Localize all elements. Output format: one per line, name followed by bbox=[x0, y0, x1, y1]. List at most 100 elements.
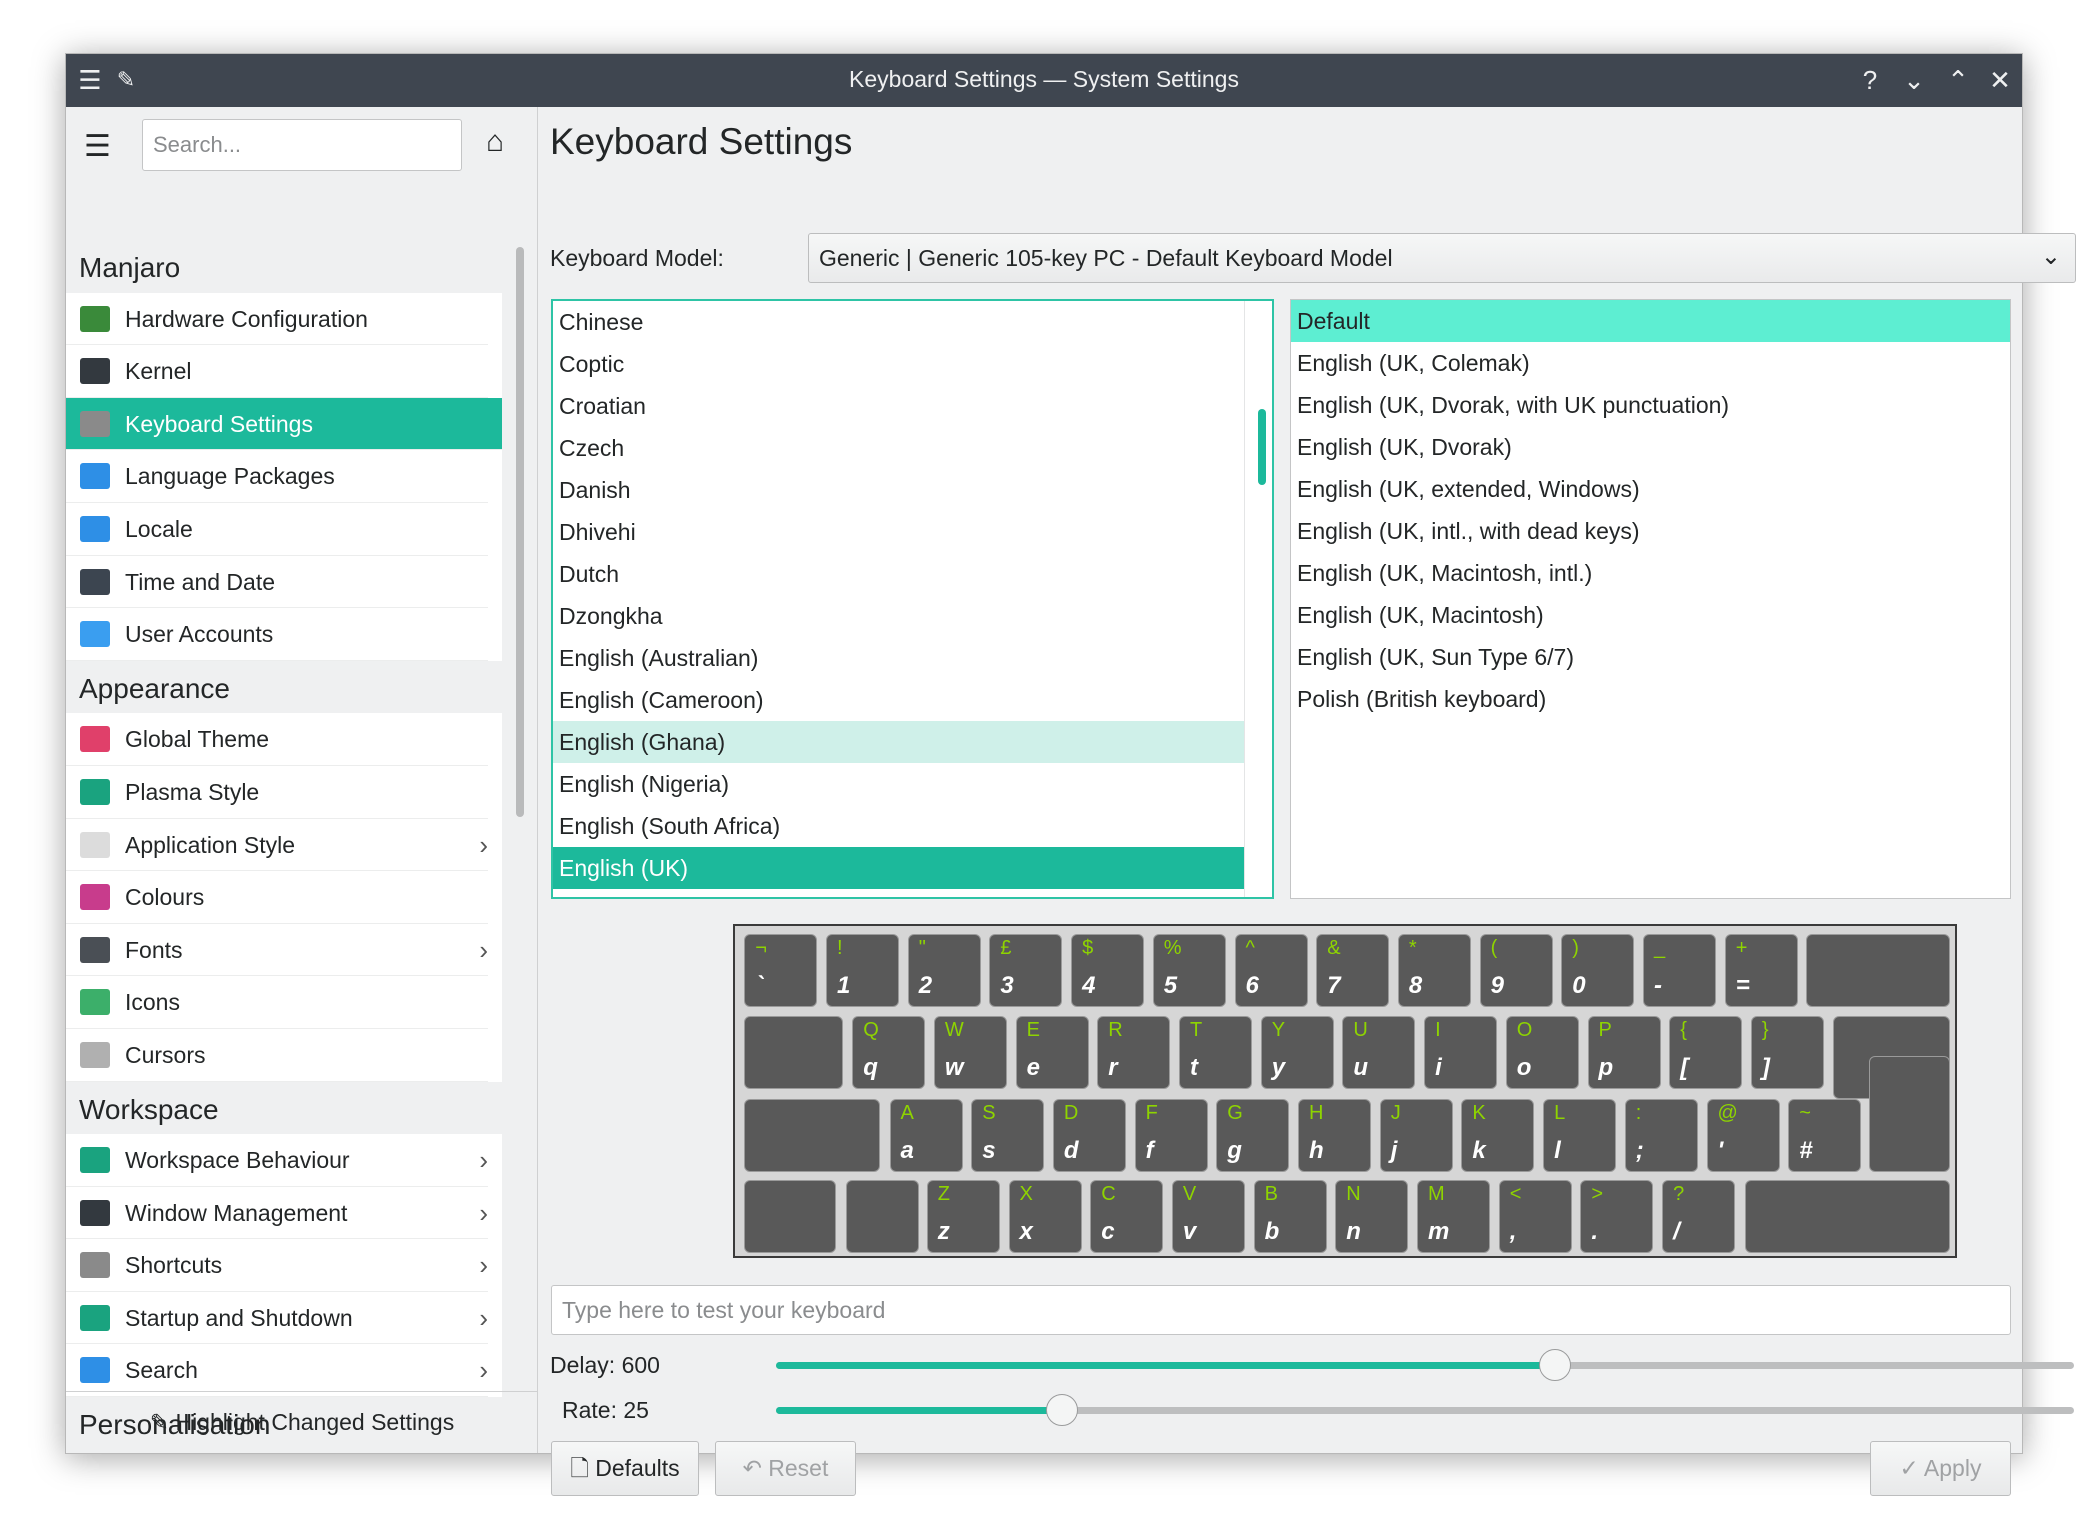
variant-item[interactable]: English (UK, Dvorak, with UK punctuation… bbox=[1291, 384, 2010, 426]
language-item[interactable]: Dhivehi bbox=[553, 511, 1244, 553]
keyboard-model-select[interactable]: Generic | Generic 105-key PC - Default K… bbox=[808, 233, 2076, 283]
variant-item[interactable]: English (UK, extended, Windows) bbox=[1291, 468, 2010, 510]
key: Hh bbox=[1298, 1099, 1371, 1172]
rate-slider[interactable] bbox=[776, 1394, 2074, 1426]
key-base-label: n bbox=[1346, 1218, 1361, 1245]
delay-slider[interactable] bbox=[776, 1349, 2074, 1381]
sidebar-item-time-and-date[interactable]: Time and Date bbox=[66, 556, 488, 609]
variant-item[interactable]: English (UK, Macintosh, intl.) bbox=[1291, 552, 2010, 594]
variant-item[interactable]: English (UK, Sun Type 6/7) bbox=[1291, 636, 2010, 678]
key-base-label: h bbox=[1309, 1137, 1324, 1164]
language-item[interactable]: English (Nigeria) bbox=[553, 763, 1244, 805]
delay-slider-handle[interactable] bbox=[1538, 1349, 1571, 1381]
sidebar-item-locale[interactable]: Locale bbox=[66, 503, 488, 556]
maximize-icon[interactable]: ⌃ bbox=[1942, 64, 1974, 96]
sidebar-item-label: Fonts bbox=[125, 936, 183, 963]
variant-item[interactable]: Polish (British keyboard) bbox=[1291, 678, 2010, 720]
language-item[interactable]: Chinese bbox=[553, 301, 1244, 343]
iso-key bbox=[845, 1180, 919, 1253]
key-shift-label: W bbox=[944, 1019, 964, 1041]
sidebar-item-keyboard-settings[interactable]: Keyboard Settings bbox=[66, 397, 502, 451]
sidebar-group-header: Manjaro bbox=[66, 240, 502, 293]
page-title: Keyboard Settings bbox=[550, 121, 853, 162]
language-item[interactable]: English (UK) bbox=[553, 847, 1244, 889]
sidebar-item-icons[interactable]: Icons bbox=[66, 976, 488, 1029]
key-shift-label: ? bbox=[1673, 1183, 1685, 1205]
key: Vv bbox=[1171, 1180, 1245, 1253]
language-item[interactable]: English (Australian) bbox=[553, 637, 1244, 679]
close-icon[interactable]: ✕ bbox=[1984, 64, 2016, 96]
sidebar-item-application-style[interactable]: Application Style › bbox=[66, 819, 488, 872]
sidebar-item-cursors[interactable]: Cursors bbox=[66, 1029, 488, 1082]
language-item[interactable]: English (Cameroon) bbox=[553, 679, 1244, 721]
variant-item[interactable]: English (UK, intl., with dead keys) bbox=[1291, 510, 2010, 552]
sidebar-scrollbar[interactable] bbox=[516, 247, 524, 817]
language-item[interactable]: Dzongkha bbox=[553, 595, 1244, 637]
key: Pp bbox=[1587, 1016, 1661, 1089]
language-item[interactable]: Dutch bbox=[553, 553, 1244, 595]
key-shift-label: I bbox=[1435, 1019, 1441, 1041]
language-item[interactable]: Coptic bbox=[553, 343, 1244, 385]
keyboard-preview: ¬ `! 1 " 2 £3 $4% 5 ^ 6 & 7 * 8(9) 0 _ - + = Qq Ww Ee Rr Tt Yy Uu… bbox=[733, 924, 1957, 1258]
caps-lock-key bbox=[744, 1099, 881, 1172]
language-item[interactable]: English (Ghana) bbox=[553, 721, 1244, 763]
key-shift-label: P bbox=[1598, 1019, 1612, 1041]
sidebar-item-language-packages[interactable]: Language Packages bbox=[66, 450, 488, 503]
key-base-label: d bbox=[1063, 1137, 1079, 1164]
sidebar-item-fonts[interactable]: Fonts › bbox=[66, 924, 488, 977]
hamburger-menu-icon[interactable]: ☰ bbox=[84, 129, 111, 164]
variant-item[interactable]: English (UK, Colemak) bbox=[1291, 342, 2010, 384]
key: Xx bbox=[1008, 1180, 1082, 1253]
language-list-scrollbar[interactable] bbox=[1258, 409, 1266, 485]
sidebar-item-label: User Accounts bbox=[125, 621, 274, 648]
language-item[interactable]: English (South Africa) bbox=[553, 805, 1244, 847]
chevron-down-icon: ⌄ bbox=[2040, 243, 2061, 270]
key: Aa bbox=[889, 1099, 963, 1172]
language-icon bbox=[80, 463, 110, 490]
key-shift-label: ¬ bbox=[755, 937, 767, 959]
sidebar-item-global-theme[interactable]: Global Theme bbox=[66, 713, 488, 766]
key-shift-label: B bbox=[1264, 1183, 1278, 1205]
sidebar-item-startup-and-shutdown[interactable]: Startup and Shutdown › bbox=[66, 1292, 488, 1345]
sidebar-item-hardware-configuration[interactable]: Hardware Configuration bbox=[66, 293, 488, 346]
key-base-label: v bbox=[1182, 1218, 1197, 1245]
key: Jj bbox=[1379, 1099, 1453, 1172]
sidebar-item-kernel[interactable]: Kernel bbox=[66, 345, 488, 398]
language-item[interactable]: Czech bbox=[553, 427, 1244, 469]
key-shift-label: R bbox=[1108, 1019, 1123, 1041]
home-icon[interactable]: ⌂ bbox=[486, 125, 504, 159]
variant-item[interactable]: English (UK, Macintosh) bbox=[1291, 594, 2010, 636]
sidebar-item-label: Hardware Configuration bbox=[125, 305, 368, 332]
highlight-changed-settings-button[interactable]: ✎ Highlight Changed Settings bbox=[66, 1391, 538, 1453]
keyboard-test-input[interactable]: Type here to test your keyboard bbox=[551, 1285, 2011, 1335]
sidebar-item-window-management[interactable]: Window Management › bbox=[66, 1187, 488, 1240]
sidebar-item-workspace-behaviour[interactable]: Workspace Behaviour › bbox=[66, 1134, 488, 1187]
sidebar-item-colours[interactable]: Colours bbox=[66, 871, 488, 924]
help-icon[interactable]: ? bbox=[1854, 64, 1886, 96]
apply-button[interactable]: ✓ Apply bbox=[1870, 1441, 2011, 1496]
key: Oo bbox=[1505, 1016, 1579, 1089]
key: Ww bbox=[933, 1016, 1007, 1089]
key-shift-label: Z bbox=[937, 1183, 951, 1205]
rate-slider-handle[interactable] bbox=[1045, 1394, 1078, 1426]
key-shift-label: L bbox=[1554, 1102, 1566, 1124]
language-item[interactable]: Croatian bbox=[553, 385, 1244, 427]
language-item[interactable]: Danish bbox=[553, 469, 1244, 511]
defaults-button[interactable]: 🗋 Defaults bbox=[551, 1441, 699, 1496]
key-base-label: ' bbox=[1717, 1137, 1724, 1164]
sidebar-item-search[interactable]: Search › bbox=[66, 1344, 488, 1398]
reset-button[interactable]: ↶ Reset bbox=[715, 1441, 856, 1496]
sidebar-item-plasma-style[interactable]: Plasma Style bbox=[66, 766, 488, 819]
key-base-label: s bbox=[982, 1137, 996, 1164]
key-base-label: w bbox=[944, 1054, 964, 1081]
document-icon: 🗋 bbox=[570, 1455, 596, 1481]
search-input[interactable]: Search... bbox=[142, 119, 462, 171]
sidebar-item-shortcuts[interactable]: Shortcuts › bbox=[66, 1239, 488, 1292]
backspace-key bbox=[1806, 934, 1950, 1007]
title-bar: ☰ ✎ Keyboard Settings — System Settings … bbox=[66, 54, 2022, 107]
variant-item[interactable]: English (UK, Dvorak) bbox=[1291, 426, 2010, 468]
minimize-icon[interactable]: ⌄ bbox=[1898, 64, 1930, 96]
variant-item[interactable]: Default bbox=[1291, 300, 2010, 342]
sidebar-item-user-accounts[interactable]: User Accounts bbox=[66, 608, 488, 661]
key-base-label: p bbox=[1598, 1054, 1614, 1081]
